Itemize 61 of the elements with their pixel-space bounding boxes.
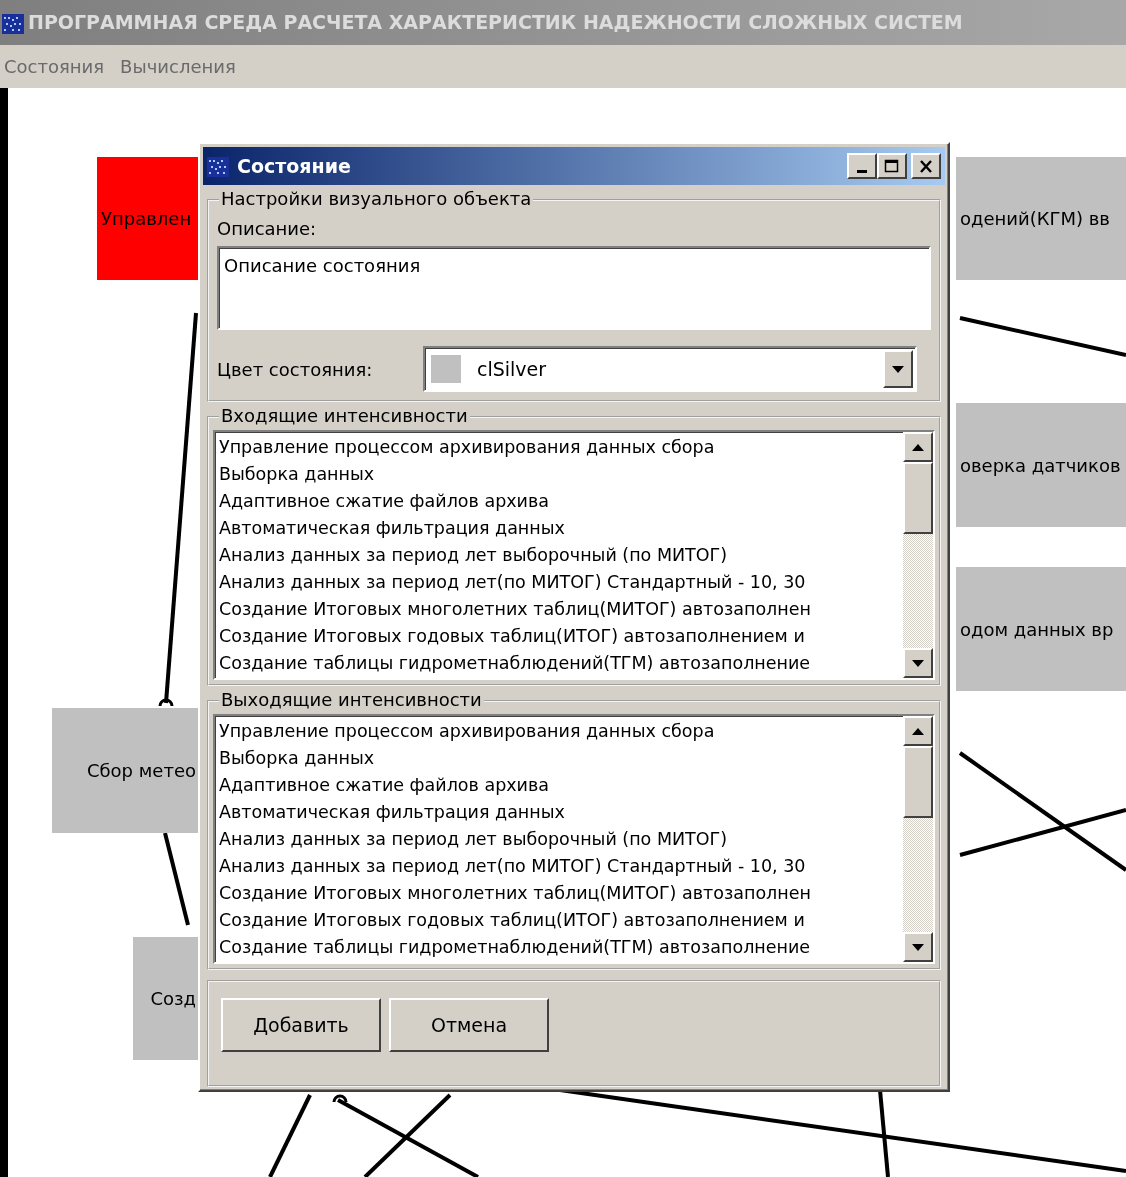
group-title: Настройки визуального объекта — [219, 187, 534, 211]
scroll-thumb[interactable] — [903, 462, 933, 534]
state-node[interactable]: одом данных вр — [956, 567, 1126, 691]
dialog-title: Состояние — [237, 153, 351, 179]
caret-icon — [892, 365, 904, 373]
list-item[interactable]: Выборка данных — [219, 745, 899, 772]
up-arrow-icon — [912, 443, 924, 451]
list-item[interactable]: Автоматическая фильтрация данных — [219, 799, 899, 826]
list-item[interactable]: Анализ данных за период лет(по МИТОГ) Стандартный - 10, 30 — [219, 569, 899, 596]
scrollbar[interactable] — [903, 432, 933, 678]
dialog-icon — [207, 157, 229, 178]
maximize-button[interactable] — [877, 153, 907, 179]
list-item[interactable]: Создание Итоговых многолетних таблиц(МИТОГ) автозаполнен — [219, 880, 899, 907]
color-swatch — [431, 355, 461, 383]
down-arrow-icon — [912, 659, 924, 667]
scrollbar[interactable] — [903, 716, 933, 962]
field-label: Цвет состояния: — [217, 357, 374, 382]
state-node[interactable]: Управлен — [97, 157, 198, 280]
list-item[interactable]: Анализ данных за период лет выборочный (по МИТОГ) — [219, 826, 899, 853]
up-arrow-icon — [912, 727, 924, 735]
connector-hook — [332, 1094, 348, 1103]
state-node[interactable]: одений(КГМ) вв — [956, 157, 1126, 280]
list-item[interactable]: Анализ данных за период лет выборочный (по МИТОГ) — [219, 542, 899, 569]
list-item[interactable]: Создание таблицы гидрометнаблюдений(ТГМ) автозаполнение — [219, 650, 899, 677]
list-item[interactable]: Создание Итоговых годовых таблиц(ИТОГ) автозаполнением и — [219, 623, 899, 650]
minimize-button[interactable] — [847, 153, 877, 179]
list-item[interactable]: Автоматическая фильтрация данных — [219, 515, 899, 542]
menu-item[interactable]: Вычисления — [120, 53, 244, 80]
dropdown-button[interactable] — [883, 350, 913, 388]
close-icon — [919, 159, 933, 173]
dialog-button[interactable]: Отмена — [389, 998, 549, 1052]
app-icon — [2, 13, 24, 34]
scroll-down-button[interactable] — [903, 932, 933, 962]
close-button[interactable] — [911, 153, 941, 179]
maximize-icon — [884, 159, 900, 173]
list-item[interactable]: Управление процессом архивирования данных сбора — [219, 434, 899, 461]
list-item[interactable]: Анализ данных за период лет(по МИТОГ) Стандартный - 10, 30 — [219, 853, 899, 880]
state-node[interactable]: Сбор метео — [52, 708, 198, 833]
connector-hook — [158, 698, 174, 707]
dialog-button[interactable]: Добавить — [221, 998, 381, 1052]
scroll-up-button[interactable] — [903, 716, 933, 746]
scroll-down-button[interactable] — [903, 648, 933, 678]
state-node[interactable]: Созд — [133, 937, 198, 1060]
dropdown-value: clSilver — [477, 356, 548, 382]
list-item[interactable]: Создание Итоговых годовых таблиц(ИТОГ) автозаполнением и — [219, 907, 899, 934]
list-item[interactable]: Выборка данных — [219, 461, 899, 488]
state-node[interactable]: оверка датчиков — [956, 403, 1126, 527]
scroll-thumb[interactable] — [903, 746, 933, 818]
description-field[interactable]: Описание состояния — [217, 246, 931, 330]
menu-item[interactable]: Состояния — [4, 53, 113, 80]
minimize-icon — [857, 169, 867, 173]
list-item[interactable]: Управление процессом архивирования данных сбора — [219, 718, 899, 745]
window-title: ПРОГРАММНАЯ СРЕДА РАСЧЕТА ХАРАКТЕРИСТИК НАДЕЖНОСТИ СЛОЖНЫХ СИСТЕМ — [28, 10, 963, 36]
down-arrow-icon — [912, 943, 924, 951]
list-item[interactable]: Адаптивное сжатие файлов архива — [219, 772, 899, 799]
color-dropdown[interactable]: clSilver — [423, 346, 917, 392]
scroll-up-button[interactable] — [903, 432, 933, 462]
list-item[interactable]: Создание Итоговых многолетних таблиц(МИТОГ) автозаполнен — [219, 596, 899, 623]
field-label: Описание: — [217, 217, 318, 241]
list-item[interactable]: Адаптивное сжатие файлов архива — [219, 488, 899, 515]
list-item[interactable]: Создание таблицы гидрометнаблюдений(ТГМ) автозаполнение — [219, 934, 899, 961]
